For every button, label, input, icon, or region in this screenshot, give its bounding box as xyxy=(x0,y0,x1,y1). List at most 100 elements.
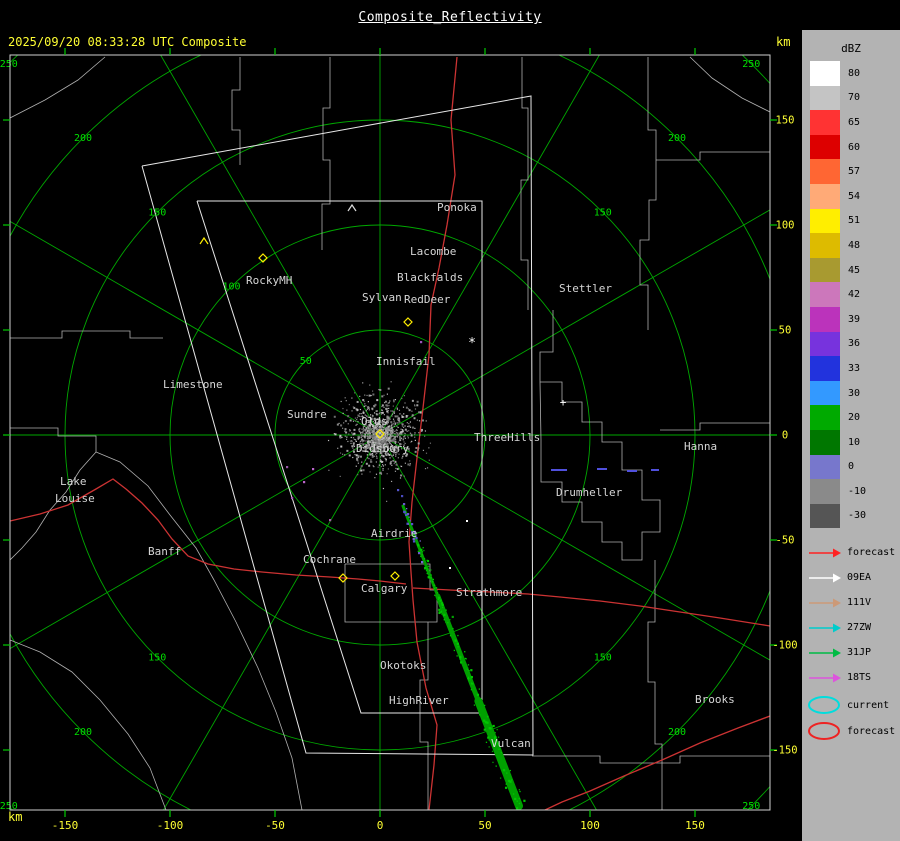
clutter-dot xyxy=(381,429,382,430)
clutter-dot xyxy=(414,404,415,405)
storm-echo-speckle xyxy=(441,613,442,614)
y-axis-label: 0 xyxy=(782,430,788,442)
clutter-dot xyxy=(422,419,424,421)
clutter-dot xyxy=(397,419,398,420)
storm-echo-speckle xyxy=(520,801,521,802)
ring-distance-label: 200 xyxy=(74,133,92,144)
storm-echo-speckle xyxy=(443,614,445,616)
storm-echo-speckle xyxy=(439,600,441,602)
echo-dot xyxy=(303,481,305,483)
storm-echo-speckle xyxy=(422,551,423,552)
storm-echo-speckle xyxy=(476,697,477,698)
scale-value: -10 xyxy=(848,486,866,497)
scale-row: 80 xyxy=(802,61,900,86)
clutter-dot xyxy=(390,461,391,462)
clutter-dot xyxy=(356,459,358,461)
clutter-dot xyxy=(408,423,409,424)
clutter-dot xyxy=(376,411,377,412)
scale-value: 45 xyxy=(848,265,860,276)
clutter-dot xyxy=(393,461,394,462)
storm-echo-speckle xyxy=(516,807,518,809)
color-swatch xyxy=(810,332,840,357)
clutter-dot xyxy=(373,429,375,431)
storm-echo-speckle xyxy=(438,612,440,614)
clutter-dot xyxy=(409,460,410,461)
echo-dot xyxy=(403,503,405,505)
storm-echo-speckle xyxy=(508,780,510,782)
clutter-dot xyxy=(364,401,365,402)
storm-echo-speckle xyxy=(517,791,518,792)
ellipse-row: current xyxy=(802,692,900,718)
clutter-dot xyxy=(392,430,393,431)
radar-map-canvas[interactable]: *+PonokaLacombeBlackfaldsSylvanRedDeerSt… xyxy=(0,0,800,841)
track-label: 18TS xyxy=(847,672,871,683)
clutter-dot xyxy=(340,452,341,453)
clutter-dot xyxy=(340,424,342,426)
clutter-dot xyxy=(403,430,404,431)
clutter-dot xyxy=(386,436,387,437)
cell-ellipse-legend: current forecast xyxy=(802,692,900,744)
clutter-dot xyxy=(385,401,387,403)
clutter-dot xyxy=(392,414,393,415)
clutter-dot xyxy=(371,435,373,437)
clutter-dot xyxy=(388,419,389,420)
storm-echo-speckle xyxy=(424,558,425,559)
storm-echo-speckle xyxy=(427,568,428,569)
ring-distance-label: 200 xyxy=(668,133,686,144)
clutter-dot xyxy=(390,421,392,423)
scale-row: 30 xyxy=(802,381,900,406)
clutter-dot xyxy=(372,430,373,431)
azimuth-spoke xyxy=(0,435,380,745)
ring-distance-label: 200 xyxy=(668,727,686,738)
clutter-dot xyxy=(385,432,386,433)
ellipse-label: forecast xyxy=(847,726,895,737)
color-swatch xyxy=(810,86,840,111)
clutter-dot xyxy=(365,429,366,430)
clutter-dot xyxy=(385,464,386,465)
storm-echo-speckle xyxy=(503,769,505,771)
clutter-dot xyxy=(394,439,395,440)
clutter-dot xyxy=(414,432,415,433)
clutter-dot xyxy=(372,456,374,458)
ring-distance-label: 250 xyxy=(742,59,760,70)
clutter-dot xyxy=(361,434,363,436)
clutter-dot xyxy=(409,409,411,411)
storm-echo-speckle xyxy=(447,622,448,623)
clutter-dot xyxy=(398,457,399,458)
storm-echo-speckle xyxy=(470,669,472,671)
clutter-dot xyxy=(414,434,415,435)
clutter-dot xyxy=(401,429,402,430)
clutter-dot xyxy=(393,420,394,421)
storm-echo-speckle xyxy=(506,783,507,784)
storm-echo-speckle xyxy=(434,588,435,589)
storm-echo-core xyxy=(478,701,519,806)
clutter-dot xyxy=(339,435,341,437)
clutter-dot xyxy=(362,399,364,401)
y-axis-label: -150 xyxy=(772,745,797,757)
clutter-dot xyxy=(395,439,396,440)
clutter-dot xyxy=(382,464,383,465)
clutter-dot xyxy=(366,395,367,396)
clutter-dot xyxy=(405,438,406,439)
boundary-line xyxy=(540,310,553,382)
clutter-dot xyxy=(387,394,388,395)
clutter-dot xyxy=(353,442,355,444)
track-row: 27ZW xyxy=(802,615,900,640)
clutter-dot xyxy=(343,413,344,414)
clutter-dot xyxy=(360,468,361,469)
scale-row: 57 xyxy=(802,159,900,184)
clutter-dot xyxy=(340,476,341,477)
storm-echo-speckle xyxy=(428,576,430,578)
clutter-dot xyxy=(386,405,388,407)
storm-echo-speckle xyxy=(519,803,520,804)
city-label: Banff xyxy=(148,545,181,558)
storm-echo-speckle xyxy=(428,566,429,567)
scale-value: 51 xyxy=(848,215,860,226)
radar-site-diamond-icon xyxy=(391,572,399,580)
storm-echo-speckle xyxy=(486,742,487,743)
clutter-dot xyxy=(382,412,384,414)
city-label: HighRiver xyxy=(389,694,449,707)
clutter-dot xyxy=(394,461,396,463)
storm-echo-speckle xyxy=(468,664,469,665)
x-axis-unit-label: km xyxy=(8,810,22,824)
